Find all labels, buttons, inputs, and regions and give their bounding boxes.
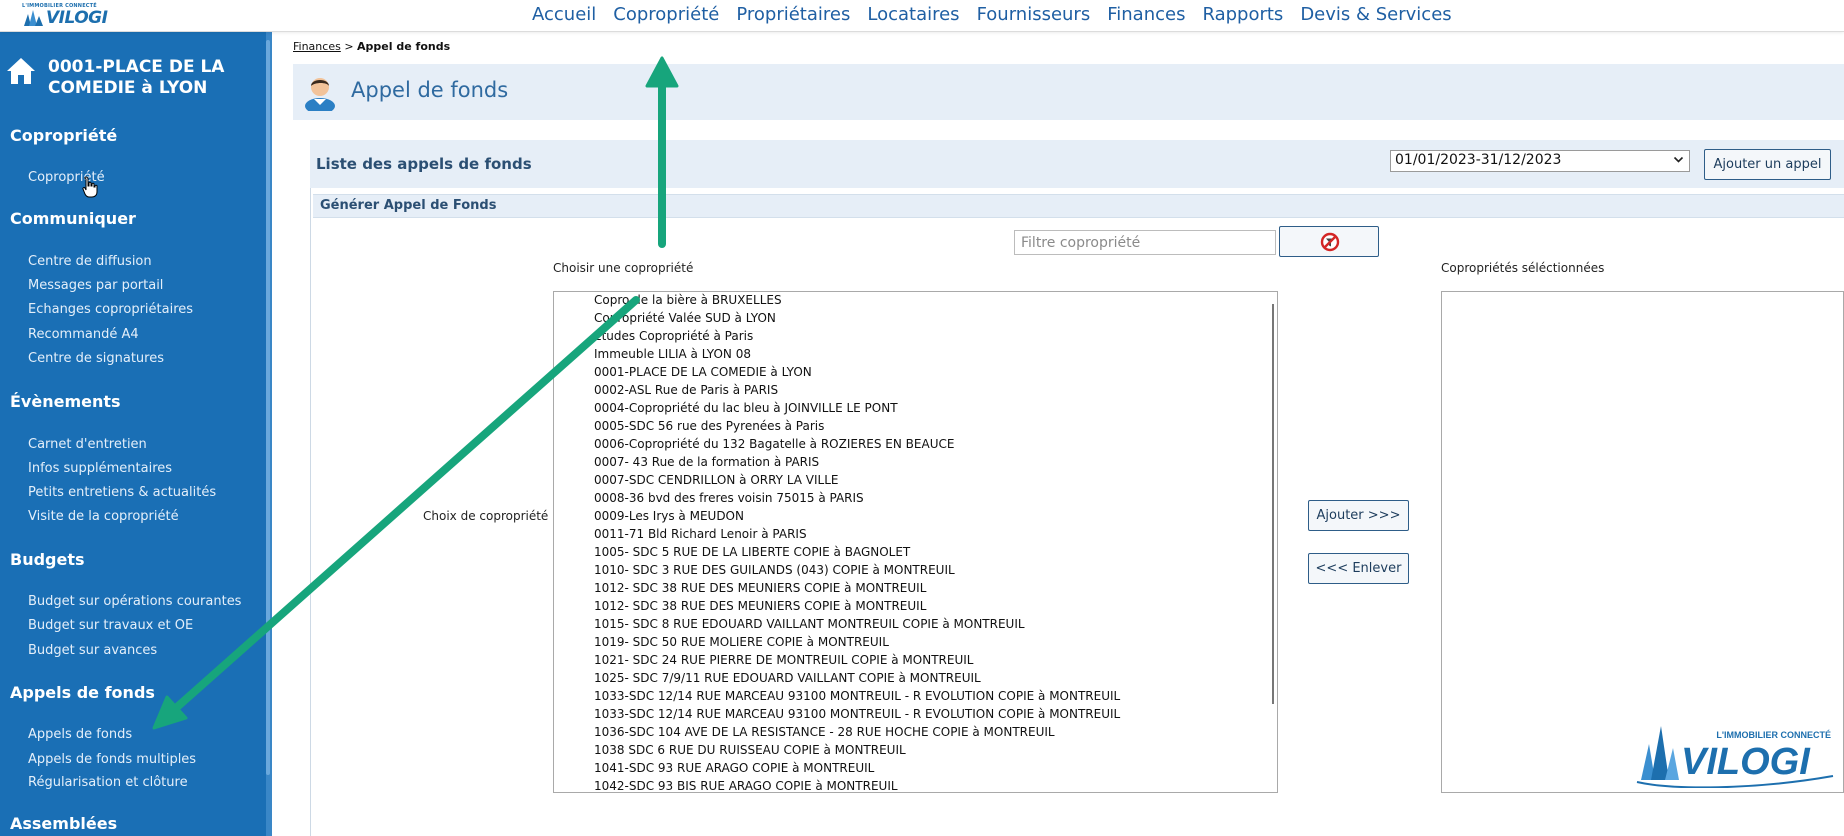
person-icon (305, 78, 335, 111)
list-item[interactable]: 1015- SDC 8 RUE EDOUARD VAILLANT MONTREU… (594, 615, 1025, 633)
sidebar-item-centre-diffusion[interactable]: Centre de diffusion (28, 254, 152, 269)
sidebar-section-budgets[interactable]: Budgets (10, 550, 85, 569)
sidebar-section-copropriete[interactable]: Copropriété (10, 126, 117, 145)
generer-title: Générer Appel de Fonds (320, 198, 497, 213)
nav-proprietaires[interactable]: Propriétaires (736, 4, 850, 25)
page-title-band: Appel de fonds (293, 64, 1844, 120)
nav-accueil[interactable]: Accueil (532, 4, 596, 25)
logo-brand: VILOGI (46, 8, 108, 28)
logo-watermark-brand: VILOGI (1681, 741, 1811, 783)
list-item[interactable]: 1042-SDC 93 BIS RUE ARAGO COPIE à MONTRE… (594, 777, 898, 792)
breadcrumb-separator: > (340, 40, 358, 53)
choose-copro-label: Choisir une copropriété (553, 261, 694, 275)
period-value: 01/01/2023-31/12/2023 (1395, 152, 1562, 168)
copro-listbox[interactable]: Copro de la bière à BRUXELLES Copropriét… (553, 291, 1278, 793)
list-item[interactable]: 0011-71 Bld Richard Lenoir à PARIS (594, 525, 807, 543)
sidebar-item-infos-supp[interactable]: Infos supplémentaires (28, 461, 172, 476)
top-navbar: L'IMMOBILIER CONNECTÉ VILOGI Accueil Cop… (0, 0, 1844, 32)
clear-filter-icon (1320, 232, 1340, 252)
list-item[interactable]: 1036-SDC 104 AVE DE LA RESISTANCE - 28 R… (594, 723, 1055, 741)
sidebar-item-budget-avances[interactable]: Budget sur avances (28, 643, 157, 658)
sidebar-item-recommande[interactable]: Recommandé A4 (28, 327, 139, 342)
chevron-down-icon (1673, 156, 1684, 163)
list-item[interactable]: 0004-Copropriété du lac bleu à JOINVILLE… (594, 399, 898, 417)
nav-fournisseurs[interactable]: Fournisseurs (977, 4, 1091, 25)
list-item[interactable]: 1033-SDC 12/14 RUE MARCEAU 93100 MONTREU… (594, 687, 1120, 705)
sidebar-item-budget-travaux[interactable]: Budget sur travaux et OE (28, 618, 193, 633)
sidebar-item-carnet-entretien[interactable]: Carnet d'entretien (28, 437, 147, 452)
nav-devis-services[interactable]: Devis & Services (1300, 4, 1451, 25)
sidebar-section-assemblees[interactable]: Assemblées (10, 814, 117, 833)
sidebar-section-communiquer[interactable]: Communiquer (10, 209, 136, 228)
list-item[interactable]: Copro de la bière à BRUXELLES (594, 292, 782, 309)
cursor-icon (82, 176, 98, 198)
enlever-button[interactable]: <<< Enlever (1308, 553, 1409, 584)
list-item[interactable]: 1019- SDC 50 RUE MOLIERE COPIE à MONTREU… (594, 633, 889, 651)
liste-appels-title: Liste des appels de fonds (316, 155, 532, 173)
period-select[interactable]: 01/01/2023-31/12/2023 (1390, 150, 1690, 172)
list-item[interactable]: 1012- SDC 38 RUE DES MEUNIERS COPIE à MO… (594, 579, 926, 597)
list-item[interactable]: 1012- SDC 38 RUE DES MEUNIERS COPIE à MO… (594, 597, 926, 615)
list-item[interactable]: 0002-ASL Rue de Paris à PARIS (594, 381, 778, 399)
list-item[interactable]: Copropriété Valée SUD à LYON (594, 309, 776, 327)
page: L'IMMOBILIER CONNECTÉ VILOGI Accueil Cop… (0, 0, 1844, 836)
list-item[interactable]: 0001-PLACE DE LA COMEDIE à LYON (594, 363, 812, 381)
list-item[interactable]: Etudes Copropriété à Paris (594, 327, 753, 345)
list-item[interactable]: 1005- SDC 5 RUE DE LA LIBERTE COPIE à BA… (594, 543, 910, 561)
list-item[interactable]: 0009-Les Irys à MEUDON (594, 507, 744, 525)
logo-building-icon (24, 10, 43, 26)
list-item[interactable]: 1033-SDC 12/14 RUE MARCEAU 93100 MONTREU… (594, 705, 1120, 723)
list-item[interactable]: 1021- SDC 24 RUE PIERRE DE MONTREUIL COP… (594, 651, 973, 669)
clear-filter-button[interactable] (1279, 226, 1379, 257)
list-item[interactable]: Immeuble LILIA à LYON 08 (594, 345, 751, 363)
sidebar (0, 32, 272, 836)
list-item[interactable]: 0006-Copropriété du 132 Bagatelle à ROZI… (594, 435, 954, 453)
page-title: Appel de fonds (351, 78, 509, 102)
sidebar-item-messages-portail[interactable]: Messages par portail (28, 278, 163, 293)
nav-locataires[interactable]: Locataires (867, 4, 959, 25)
sidebar-item-echanges[interactable]: Echanges copropriétaires (28, 302, 193, 317)
sidebar-item-visite[interactable]: Visite de la copropriété (28, 509, 179, 524)
sidebar-item-appels-de-fonds[interactable]: Appels de fonds (28, 727, 132, 742)
selected-copros-listbox[interactable] (1441, 291, 1844, 793)
sidebar-scrollbar[interactable] (266, 40, 270, 775)
vilogi-logo[interactable]: L'IMMOBILIER CONNECTÉ VILOGI (14, 3, 108, 28)
nav-rapports[interactable]: Rapports (1202, 4, 1283, 25)
generer-header-band (313, 194, 1844, 218)
add-appel-button[interactable]: Ajouter un appel (1704, 149, 1831, 180)
list-item[interactable]: 1038 SDC 6 RUE DU RUISSEAU COPIE à MONTR… (594, 741, 906, 759)
logo-watermark-tagline: L'IMMOBILIER CONNECTÉ (1716, 730, 1831, 740)
breadcrumb: Finances > Appel de fonds (293, 40, 450, 53)
list-item[interactable]: 0005-SDC 56 rue des Pyrenées à Paris (594, 417, 824, 435)
list-item[interactable]: 0008-36 bvd des freres voisin 75015 à PA… (594, 489, 864, 507)
sidebar-item-signatures[interactable]: Centre de signatures (28, 351, 164, 366)
listbox-scrollbar[interactable] (1272, 304, 1274, 704)
selected-copros-label: Copropriétés séléctionnées (1441, 261, 1605, 275)
breadcrumb-finances-link[interactable]: Finances (293, 40, 341, 53)
vilogi-watermark-logo: L'IMMOBILIER CONNECTÉ VILOGI (1636, 726, 1834, 788)
sidebar-item-appels-multiples[interactable]: Appels de fonds multiples (28, 752, 196, 767)
filter-copro-input[interactable] (1014, 230, 1276, 255)
nav-finances[interactable]: Finances (1107, 4, 1185, 25)
main-nav: Accueil Copropriété Propriétaires Locata… (532, 4, 1452, 25)
list-item[interactable]: 1041-SDC 93 RUE ARAGO COPIE à MONTREUIL (594, 759, 874, 777)
house-icon[interactable] (5, 56, 37, 86)
list-item[interactable]: 1010- SDC 3 RUE DES GUILANDS (043) COPIE… (594, 561, 955, 579)
nav-copropriete[interactable]: Copropriété (613, 4, 719, 25)
choix-copro-label: Choix de copropriété (423, 509, 549, 523)
sidebar-section-evenements[interactable]: Évènements (10, 392, 121, 411)
sidebar-item-petits-entretiens[interactable]: Petits entretiens & actualités (28, 485, 216, 500)
list-item[interactable]: 1025- SDC 7/9/11 RUE EDOUARD VAILLANT CO… (594, 669, 981, 687)
sidebar-item-regularisation[interactable]: Régularisation et clôture (28, 775, 188, 790)
current-copro-name[interactable]: 0001-PLACE DE LA COMEDIE à LYON (48, 57, 258, 99)
sidebar-item-budget-courant[interactable]: Budget sur opérations courantes (28, 594, 241, 609)
sidebar-section-appels-de-fonds[interactable]: Appels de fonds (10, 683, 155, 702)
breadcrumb-current: Appel de fonds (357, 40, 451, 53)
list-item[interactable]: 0007- 43 Rue de la formation à PARIS (594, 453, 819, 471)
ajouter-button[interactable]: Ajouter >>> (1308, 500, 1409, 531)
list-item[interactable]: 0007-SDC CENDRILLON à ORRY LA VILLE (594, 471, 839, 489)
